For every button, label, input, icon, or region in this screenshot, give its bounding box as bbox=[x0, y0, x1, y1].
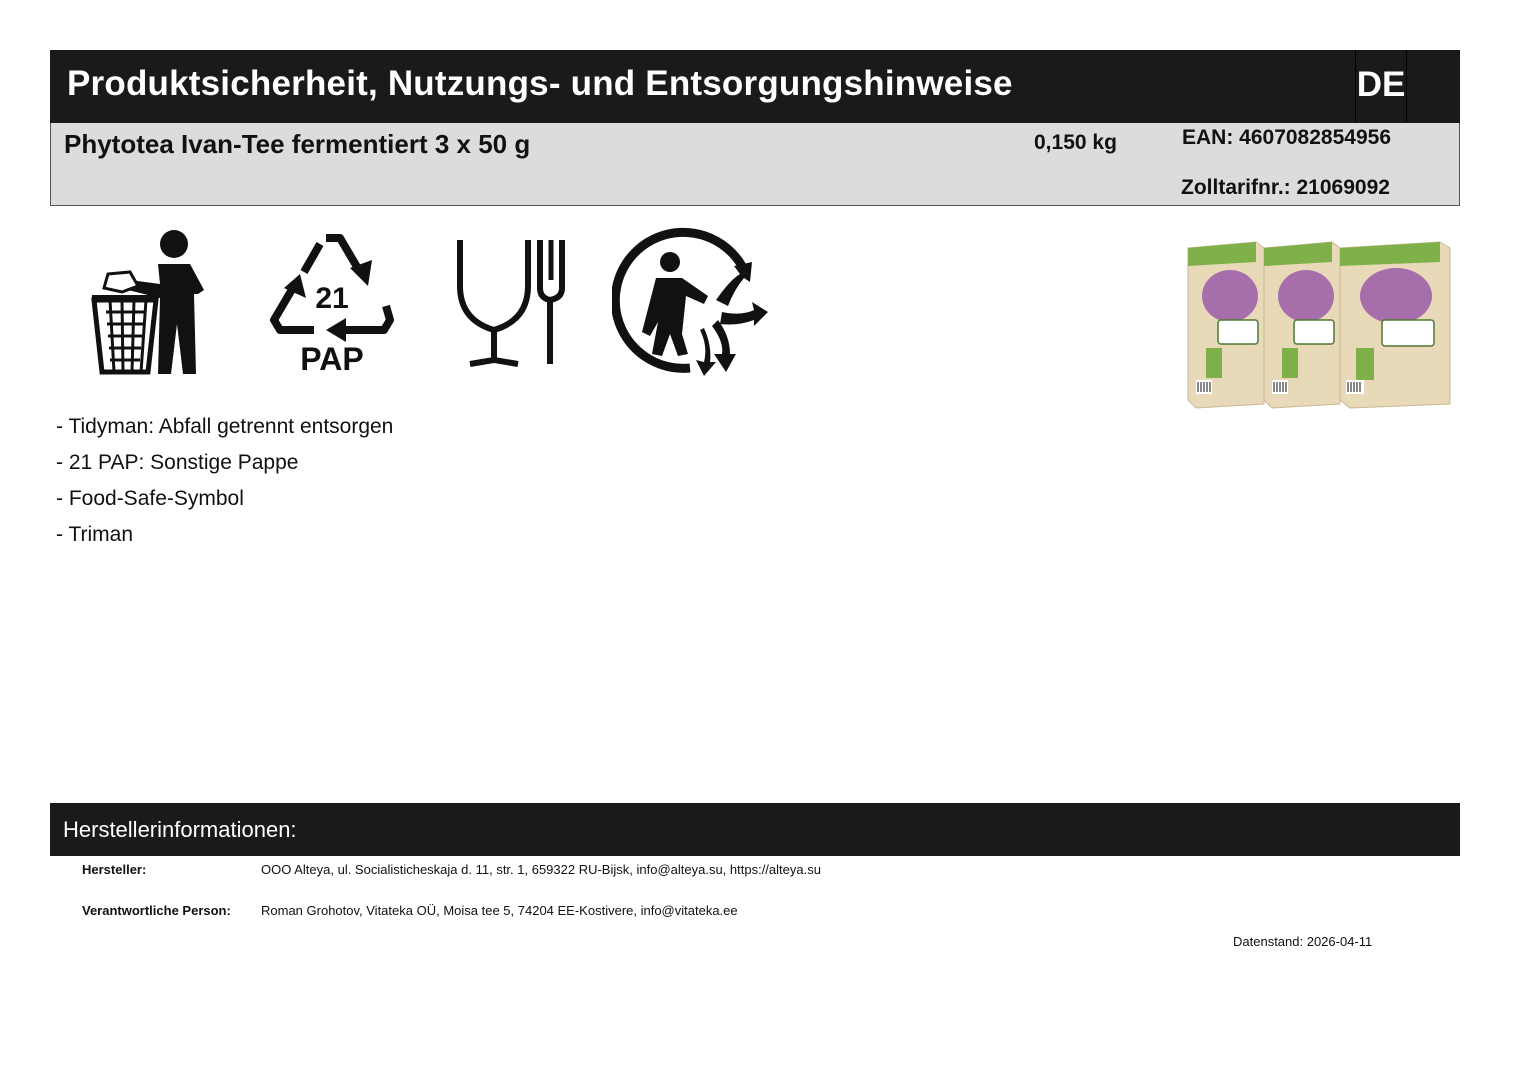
manufacturer-value: OOO Alteya, ul. Socialisticheskaja d. 11… bbox=[261, 862, 821, 877]
manufacturer-section-title: Herstellerinformationen: bbox=[63, 817, 297, 842]
header-bar: Produktsicherheit, Nutzungs- und Entsorg… bbox=[50, 50, 1460, 124]
responsible-person-label: Verantwortliche Person: bbox=[82, 903, 231, 918]
legend-item-food-safe: - Food-Safe-Symbol bbox=[56, 487, 244, 510]
food-safe-icon bbox=[457, 240, 565, 367]
legend-item-triman: - Triman bbox=[56, 523, 134, 546]
recycling-material: PAP bbox=[300, 341, 363, 377]
tea-package-left bbox=[1187, 241, 1265, 409]
legend-item-tidyman: - Tidyman: Abfall getrennt entsorgen bbox=[56, 415, 394, 438]
product-info-bar: Phytotea Ivan-Tee fermentiert 3 x 50 g 0… bbox=[50, 123, 1460, 206]
recycling-21-pap-icon: 21 PAP bbox=[270, 234, 394, 377]
tariff-number: Zolltarifnr.: 21069092 bbox=[1181, 176, 1390, 199]
manufacturer-label: Hersteller: bbox=[82, 862, 147, 877]
manufacturer-section-bar: Herstellerinformationen: bbox=[50, 803, 1460, 856]
responsible-person-value: Roman Grohotov, Vitateka OÜ, Moisa tee 5… bbox=[261, 903, 738, 918]
tea-package-right bbox=[1339, 241, 1451, 409]
product-weight: 0,150 kg bbox=[1034, 131, 1117, 154]
triman-icon bbox=[612, 227, 768, 376]
language-badge: DE bbox=[1355, 50, 1407, 122]
tea-package-middle bbox=[1263, 241, 1341, 409]
product-name: Phytotea Ivan-Tee fermentiert 3 x 50 g bbox=[64, 129, 531, 159]
recycling-code: 21 bbox=[315, 282, 348, 315]
legend-item-recycling: - 21 PAP: Sonstige Pappe bbox=[56, 451, 299, 474]
symbol-legend: - Tidyman: Abfall getrennt entsorgen - 2… bbox=[56, 412, 393, 556]
tidyman-icon bbox=[91, 230, 204, 375]
ean-code: EAN: 4607082854956 bbox=[1182, 126, 1391, 149]
page-title: Produktsicherheit, Nutzungs- und Entsorg… bbox=[67, 64, 1013, 103]
data-date: Datenstand: 2026-04-11 bbox=[1233, 934, 1373, 949]
product-image bbox=[1187, 241, 1451, 409]
